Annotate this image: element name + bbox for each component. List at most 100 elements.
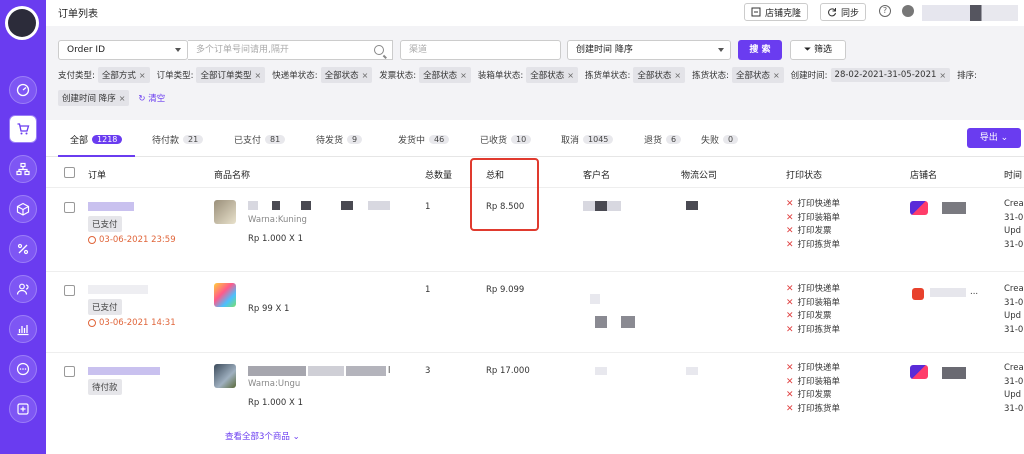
filter-chip-value: 全部方式 (101, 71, 136, 81)
sidebar-item-products[interactable] (9, 195, 37, 223)
filter-chip[interactable]: 全部状态 × (633, 67, 686, 83)
close-icon[interactable]: × (567, 71, 574, 80)
time-text: 31-0 (1004, 297, 1024, 308)
order-id-redacted[interactable] (88, 202, 134, 211)
print-status-list: ✕ 打印快递单 ✕ 打印装箱单 ✕ 打印发票 ✕ 打印拣货单 (786, 283, 840, 337)
print-invoice[interactable]: ✕ 打印发票 (786, 389, 840, 403)
print-shipping-label[interactable]: ✕ 打印快递单 (786, 283, 840, 297)
tab-to-ship[interactable]: 待发货 9 (316, 133, 363, 146)
search-input[interactable]: 多个订单号间请用,隔开 (188, 40, 393, 60)
sidebar-item-customers[interactable] (9, 275, 37, 303)
time-text: 31-0 (1004, 403, 1024, 414)
search-icon[interactable] (374, 45, 384, 55)
sidebar-item-orders[interactable] (9, 115, 37, 143)
filter-chip[interactable]: 全部订单类型 × (196, 67, 266, 83)
store-clone-button[interactable]: 店铺克隆 (744, 3, 809, 21)
print-picking-list[interactable]: ✕ 打印拣货单 (786, 239, 840, 253)
print-status-list: ✕ 打印快递单 ✕ 打印装箱单 ✕ 打印发票 ✕ 打印拣货单 (786, 198, 840, 252)
print-packing-list[interactable]: ✕ 打印装箱单 (786, 297, 840, 311)
filter-chip[interactable]: 全部状态 × (419, 67, 471, 83)
close-icon: ✕ (786, 284, 794, 294)
print-picking-list[interactable]: ✕ 打印拣货单 (786, 324, 840, 338)
sidebar-item-organization[interactable] (9, 155, 37, 183)
tab-count: 10 (511, 135, 532, 144)
close-icon[interactable]: × (139, 71, 146, 80)
print-label: 打印装箱单 (797, 297, 841, 308)
close-icon: ✕ (786, 297, 794, 308)
close-icon[interactable]: × (362, 71, 369, 80)
table-row[interactable]: 待付款 l Warna:Ungu Rp 1.000 X 1 3 Rp 17.00… (46, 353, 1024, 454)
tab-received[interactable]: 已收货 10 (480, 133, 532, 146)
close-icon[interactable]: × (119, 94, 126, 103)
sidebar-item-reports[interactable] (9, 315, 37, 343)
sidebar-item-dashboard[interactable] (9, 76, 37, 104)
sync-button[interactable]: 同步 (820, 3, 867, 21)
print-label: 打印装箱单 (797, 212, 841, 223)
close-icon[interactable]: × (460, 71, 467, 80)
print-invoice[interactable]: ✕ 打印发票 (786, 310, 840, 324)
tab-returned[interactable]: 退货 6 (644, 133, 682, 146)
sidebar-item-add[interactable] (9, 395, 37, 423)
filter-chip[interactable]: 全部方式 × (97, 67, 150, 83)
user-account-menu[interactable] (922, 5, 1018, 21)
channel-input[interactable]: 渠道 (400, 40, 561, 60)
row-checkbox[interactable] (64, 285, 75, 296)
tab-shipping[interactable]: 发货中 46 (398, 133, 450, 146)
column-header: 打印状态 (786, 171, 823, 181)
print-shipping-label[interactable]: ✕ 打印快递单 (786, 362, 840, 376)
tab-label: 已支付 (234, 136, 262, 146)
tab-all[interactable]: 全部 1218 (70, 133, 123, 146)
tab-cancelled[interactable]: 取消 1045 (561, 133, 614, 146)
filter-button[interactable]: ⏷ 筛选 (790, 40, 846, 60)
clock-icon (88, 236, 96, 244)
print-invoice[interactable]: ✕ 打印发票 (786, 225, 840, 239)
order-id-redacted[interactable] (88, 367, 160, 375)
tab-pending-payment[interactable]: 待付款 21 (152, 133, 204, 146)
help-icon[interactable]: ? (879, 5, 891, 17)
row-checkbox[interactable] (64, 202, 75, 213)
filter-label: 拣货状态: (692, 71, 729, 81)
sidebar-item-promotions[interactable] (9, 235, 37, 263)
sort-select[interactable]: 创建时间 降序 (567, 40, 731, 60)
product-thumbnail[interactable] (214, 200, 236, 224)
app-logo[interactable] (5, 6, 39, 40)
search-button[interactable]: 搜 索 (738, 40, 782, 60)
print-packing-list[interactable]: ✕ 打印装箱单 (786, 376, 840, 390)
filter-chip[interactable]: 全部状态 × (320, 67, 373, 83)
print-picking-list[interactable]: ✕ 打印拣货单 (786, 403, 840, 417)
total-quantity: 1 (425, 285, 431, 295)
print-packing-list[interactable]: ✕ 打印装箱单 (786, 212, 840, 226)
order-id-redacted[interactable] (88, 285, 148, 294)
product-thumbnail[interactable] (214, 283, 236, 307)
tab-count: 1218 (92, 135, 123, 144)
export-button[interactable]: 导出 ⌄ (967, 128, 1021, 148)
sidebar-item-messages[interactable] (9, 355, 37, 383)
chevron-down-icon (175, 48, 181, 52)
filter-chip[interactable]: 全部状态 × (526, 67, 578, 83)
tab-label: 退货 (644, 136, 663, 146)
close-icon[interactable]: × (254, 71, 261, 80)
time-text: 31-0 (1004, 376, 1024, 387)
tab-failed[interactable]: 失败 0 (701, 133, 739, 146)
table-row[interactable]: 已支付 03-06-2021 14:31 Rp 99 X 1 1 Rp 9.09… (46, 272, 1024, 353)
row-checkbox[interactable] (64, 366, 75, 377)
clear-filters-link[interactable]: ↻ 清空 (138, 92, 165, 104)
globe-icon[interactable] (902, 5, 914, 17)
total-quantity: 1 (425, 202, 431, 212)
tab-count: 9 (347, 135, 363, 144)
product-name-redacted (346, 366, 386, 376)
close-icon[interactable]: × (674, 71, 681, 80)
select-all-checkbox[interactable] (64, 167, 75, 178)
filter-chip[interactable]: 28-02-2021-31-05-2021 × (830, 68, 951, 82)
filter-chip[interactable]: 全部状态 × (731, 67, 784, 83)
product-thumbnail[interactable] (214, 364, 236, 388)
close-icon[interactable]: × (773, 71, 780, 80)
table-row[interactable]: 已支付 03-06-2021 23:59 Warna:Kuning Rp 1.0… (46, 189, 1024, 272)
view-all-products-link[interactable]: 查看全部3个商品 ⌄ (225, 430, 300, 442)
search-field-select[interactable]: Order ID (58, 40, 188, 60)
tab-paid[interactable]: 已支付 81 (234, 133, 286, 146)
sort-chip[interactable]: 创建时间 降序 × (58, 90, 130, 106)
close-icon[interactable]: × (939, 71, 946, 80)
print-shipping-label[interactable]: ✕ 打印快递单 (786, 198, 840, 212)
close-icon: ✕ (786, 324, 794, 335)
